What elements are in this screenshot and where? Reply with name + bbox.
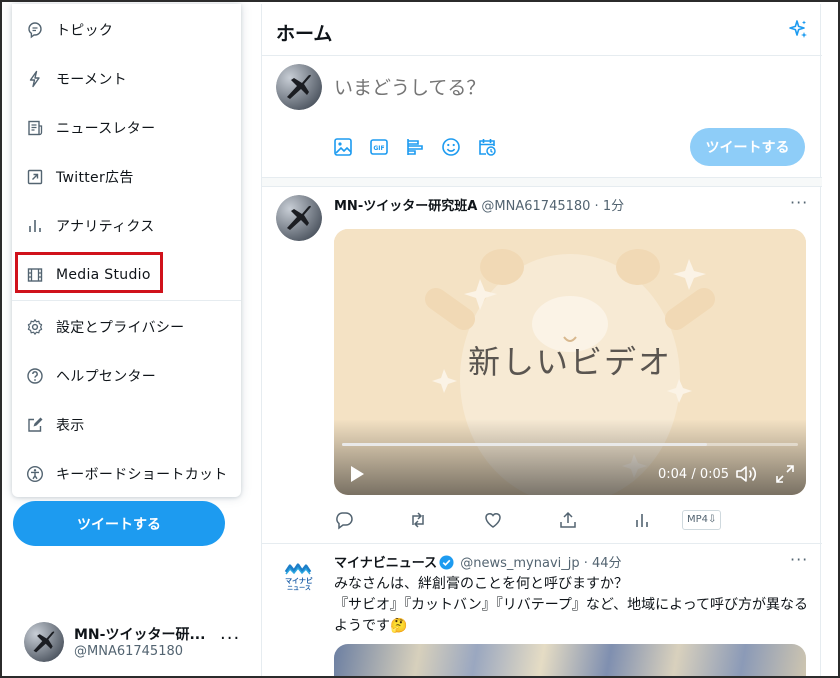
tweet-header: MN-ツイッター研究班A @MNA61745180 · 1分 [334,195,624,214]
film-icon [27,268,43,282]
verified-badge-icon [439,555,454,570]
tweet-composer: GIF ツイートする [262,56,822,177]
menu-item-label: 表示 [56,418,85,434]
menu-item-ads[interactable]: Twitter広告 [12,153,241,201]
video-progress-bar[interactable] [342,443,798,446]
schedule-icon[interactable] [476,136,498,158]
author-name[interactable]: MN-ツイッター研究班A [334,199,477,214]
logo-text: マイナビ [285,577,313,585]
share-icon[interactable] [558,510,578,530]
sidebar-tweet-button[interactable]: ツイートする [13,501,225,546]
menu-item-label: キーボードショートカット [56,467,228,483]
external-arrow-icon [27,169,43,185]
sparkle-icon[interactable] [786,18,810,42]
menu-item-shortcuts[interactable]: キーボードショートカット [12,450,241,498]
menu-item-analytics[interactable]: アナリティクス [12,202,241,250]
account-name: MN-ツイッター研... [74,627,206,643]
menu-item-help[interactable]: ヘルプセンター [12,352,241,400]
lightning-icon [29,70,40,88]
play-icon[interactable] [346,463,368,485]
mp4-download-badge[interactable]: MP4⇩ [682,510,722,530]
page-title: ホーム [276,23,333,45]
more-menu: トピック モーメント ニュースレター Twitter広告 アナリティクス Med… [12,4,241,497]
avatar [24,622,64,662]
timeline-header: ホーム [262,4,822,56]
more-icon[interactable]: ··· [790,193,808,212]
tweet-card[interactable]: マイナビ ニュース マイナビニュース @news_mynavi_jp · 44分… [262,544,822,676]
gif-icon[interactable]: GIF [368,136,390,158]
tweet-actions: MP4⇩ [334,510,734,534]
menu-item-settings[interactable]: 設定とプライバシー [12,303,241,351]
menu-item-label: 設定とプライバシー [56,320,185,336]
avatar[interactable] [276,64,322,110]
menu-item-label: モーメント [56,72,127,88]
tweet-header: マイナビニュース @news_mynavi_jp · 44分 [334,552,622,571]
fullscreen-icon[interactable] [774,463,796,485]
author-meta: @news_mynavi_jp · 44分 [460,556,622,571]
menu-item-label: Media Studio [56,267,151,283]
video-time: 0:04 / 0:05 [658,467,730,482]
compose-input[interactable] [334,78,634,100]
logo-text: ニュース [287,585,311,592]
author-name[interactable]: マイナビニュース [334,556,437,571]
reply-icon[interactable] [334,510,354,530]
avatar[interactable] [276,195,322,241]
pen-square-icon [28,417,43,432]
menu-item-label: トピック [56,23,114,39]
analytics-icon[interactable] [632,510,652,530]
retweet-icon[interactable] [408,510,428,530]
account-switcher[interactable]: MN-ツイッター研... @MNA61745180 ··· [22,620,247,666]
menu-item-topics[interactable]: トピック [12,6,241,54]
accessibility-icon [26,465,44,483]
menu-item-display[interactable]: 表示 [12,401,241,449]
like-icon[interactable] [483,510,503,530]
emoji-icon[interactable] [440,136,462,158]
topic-icon [28,22,42,39]
video-title: 新しいビデオ [467,343,672,381]
menu-item-label: Twitter広告 [56,170,134,186]
video-player[interactable]: 新しいビデオ 0:04 / 0:05 [334,229,806,495]
main-timeline: ホーム GIF ツイートする MN-ツイッター研究班A [261,4,822,676]
tweet-text: みなさんは、絆創膏のことを何と呼びますか？ 『サビオ』『カットバン』『リバテープ… [334,576,809,634]
newsletter-icon [28,120,43,136]
svg-text:GIF: GIF [373,145,384,152]
menu-item-label: ヘルプセンター [56,369,157,385]
composer-toolbar: GIF [332,136,498,158]
video-progress-fill [342,443,707,446]
section-divider [262,177,822,187]
poll-icon[interactable] [404,136,426,158]
compose-tweet-button[interactable]: ツイートする [690,128,805,166]
more-icon[interactable]: ··· [220,628,240,649]
question-icon [27,368,43,384]
gear-icon [27,319,43,335]
volume-icon[interactable] [734,463,758,485]
author-meta: @MNA61745180 · 1分 [481,199,625,214]
tweet-card[interactable]: MN-ツイッター研究班A @MNA61745180 · 1分 ··· 新しいビデ… [262,187,822,543]
menu-item-media-studio[interactable]: Media Studio [12,251,241,299]
menu-item-label: ニュースレター [56,121,156,137]
image-icon[interactable] [332,136,354,158]
mynavi-news-logo[interactable]: マイナビ ニュース [276,552,322,598]
more-icon[interactable]: ··· [790,550,808,569]
menu-item-newsletter[interactable]: ニュースレター [12,104,241,152]
bar-chart-icon [29,220,41,232]
menu-divider [12,300,241,301]
menu-item-moments[interactable]: モーメント [12,55,241,103]
app-window: トピック モーメント ニュースレター Twitter広告 アナリティクス Med… [0,0,840,678]
tweet-photo[interactable] [334,644,806,676]
menu-item-label: アナリティクス [56,219,155,235]
account-handle: @MNA61745180 [74,644,184,659]
